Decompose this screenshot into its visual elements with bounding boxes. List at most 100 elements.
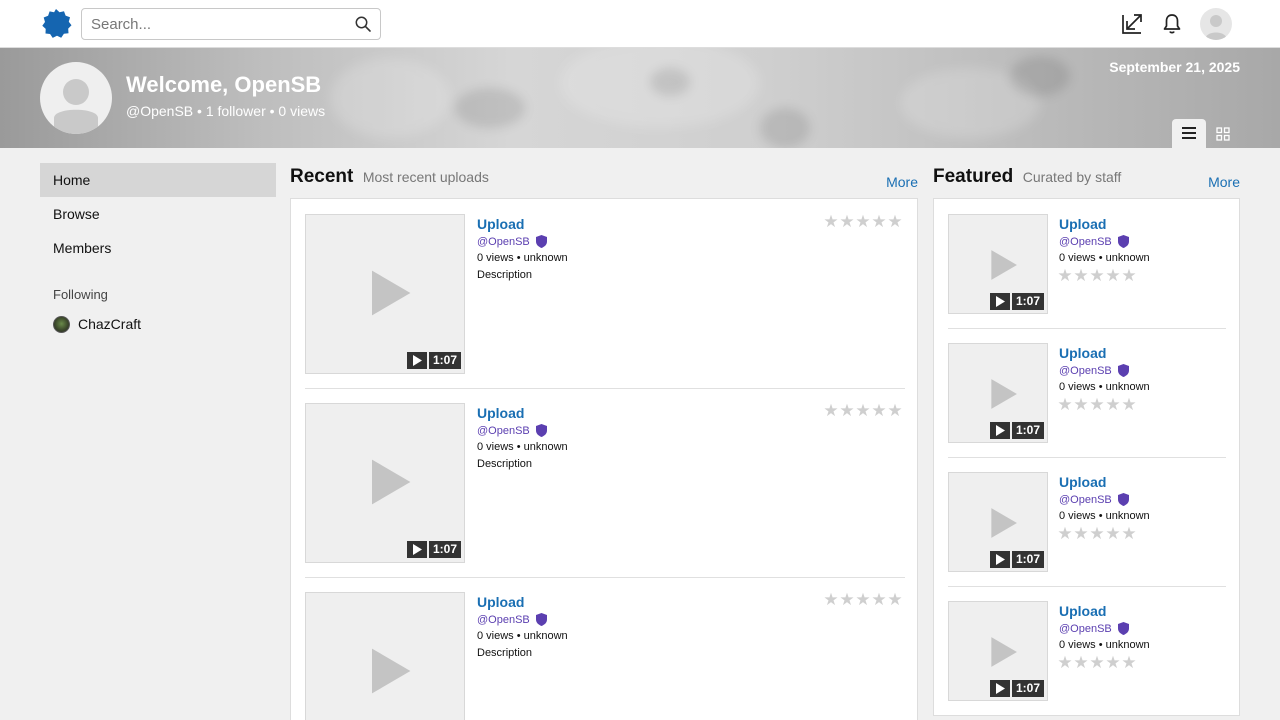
video-thumbnail[interactable]: 1:07 (948, 472, 1048, 572)
video-title[interactable]: Upload (477, 405, 524, 421)
video-thumbnail[interactable]: 1:07 (948, 214, 1048, 314)
rating-stars: ★ ★ ★ ★ ★ (823, 403, 903, 420)
duration-text: 1:07 (1012, 680, 1045, 697)
rating-star-icon[interactable]: ★ (887, 592, 903, 609)
play-icon (986, 504, 1018, 547)
verified-shield-icon (1117, 364, 1129, 377)
rating-star-icon[interactable]: ★ (1105, 397, 1121, 414)
rating-star-icon[interactable]: ★ (1089, 655, 1105, 672)
video-title[interactable]: Upload (1059, 474, 1106, 490)
video-title[interactable]: Upload (477, 594, 524, 610)
video-thumbnail[interactable]: 1:07 (305, 214, 465, 374)
rating-star-icon[interactable]: ★ (839, 403, 855, 420)
rating-star-icon[interactable]: ★ (1057, 268, 1073, 285)
rating-star-icon[interactable]: ★ (1073, 526, 1089, 543)
author-label: @OpenSB (1059, 622, 1112, 635)
video-author[interactable]: @OpenSB (477, 235, 547, 248)
rating-star-icon[interactable]: ★ (855, 403, 871, 420)
featured-video-card[interactable]: 1:07 Upload @OpenSB 0 views • unknown ★ ★ ★ ★ ★ (948, 343, 1226, 443)
play-small-icon (990, 680, 1010, 697)
rating-star-icon[interactable]: ★ (1057, 397, 1073, 414)
video-author[interactable]: @OpenSB (1059, 235, 1129, 248)
video-thumbnail[interactable]: 1:07 (948, 343, 1048, 443)
video-author[interactable]: @OpenSB (1059, 364, 1129, 377)
video-author[interactable]: @OpenSB (1059, 493, 1129, 506)
video-meta: 0 views • unknown (477, 252, 568, 264)
sidebar-item-home[interactable]: Home (40, 163, 276, 197)
logo-badge-icon[interactable] (40, 8, 72, 40)
video-title[interactable]: Upload (1059, 603, 1106, 619)
duration-text: 1:07 (1012, 293, 1045, 310)
featured-video-card[interactable]: 1:07 Upload @OpenSB 0 views • unknown ★ ★ ★ ★ ★ (948, 472, 1226, 572)
rating-star-icon[interactable]: ★ (871, 403, 887, 420)
following-item-chazcraft[interactable]: ChazCraft (40, 307, 276, 341)
duration-text: 1:07 (429, 352, 462, 369)
verified-shield-icon (1117, 235, 1129, 248)
rating-star-icon[interactable]: ★ (823, 592, 839, 609)
rating-star-icon[interactable]: ★ (1105, 526, 1121, 543)
rating-star-icon[interactable]: ★ (839, 214, 855, 231)
rating-star-icon[interactable]: ★ (1089, 397, 1105, 414)
featured-more-link[interactable]: More (1208, 174, 1240, 190)
user-avatar-icon[interactable] (1200, 8, 1232, 40)
upload-arrow-icon[interactable] (1120, 12, 1144, 36)
featured-video-card[interactable]: 1:07 Upload @OpenSB 0 views • unknown ★ ★ ★ ★ ★ (948, 601, 1226, 701)
card-divider (305, 388, 905, 389)
video-thumbnail[interactable]: 1:07 (948, 601, 1048, 701)
rating-star-icon[interactable]: ★ (1121, 397, 1137, 414)
video-author[interactable]: @OpenSB (1059, 622, 1129, 635)
verified-shield-icon (1117, 622, 1129, 635)
sidebar-item-members[interactable]: Members (40, 231, 276, 265)
search-input[interactable] (82, 9, 344, 39)
verified-shield-icon (1117, 493, 1129, 506)
rating-star-icon[interactable]: ★ (823, 403, 839, 420)
rating-star-icon[interactable]: ★ (1105, 655, 1121, 672)
rating-star-icon[interactable]: ★ (1121, 526, 1137, 543)
rating-star-icon[interactable]: ★ (855, 592, 871, 609)
rating-star-icon[interactable]: ★ (871, 214, 887, 231)
recent-video-card[interactable]: 1:07 Upload @OpenSB 0 views • unknown Descri… (305, 214, 905, 374)
rating-star-icon[interactable]: ★ (839, 592, 855, 609)
sidebar: Home Browse Members Following ChazCraft (40, 163, 276, 341)
video-author[interactable]: @OpenSB (477, 424, 547, 437)
recent-more-link[interactable]: More (886, 174, 918, 190)
current-date: September 21, 2025 (1109, 59, 1240, 75)
rating-stars: ★ ★ ★ ★ ★ (1057, 655, 1137, 672)
rating-star-icon[interactable]: ★ (1121, 268, 1137, 285)
recent-video-card[interactable]: 1:07 Upload @OpenSB 0 views • unknown Descri… (305, 403, 905, 563)
recent-video-card[interactable]: 1:07 Upload @OpenSB 0 views • unknown Descri… (305, 592, 905, 720)
rating-star-icon[interactable]: ★ (887, 214, 903, 231)
rating-star-icon[interactable]: ★ (1089, 268, 1105, 285)
following-heading: Following (53, 287, 108, 302)
rating-star-icon[interactable]: ★ (871, 592, 887, 609)
video-author[interactable]: @OpenSB (477, 613, 547, 626)
list-view-button[interactable] (1172, 119, 1206, 148)
video-thumbnail[interactable]: 1:07 (305, 592, 465, 720)
rating-star-icon[interactable]: ★ (1073, 655, 1089, 672)
rating-star-icon[interactable]: ★ (1105, 268, 1121, 285)
rating-star-icon[interactable]: ★ (1057, 655, 1073, 672)
search-icon[interactable] (354, 15, 372, 33)
duration-badge: 1:07 (407, 541, 462, 558)
rating-star-icon[interactable]: ★ (823, 214, 839, 231)
rating-star-icon[interactable]: ★ (887, 403, 903, 420)
rating-star-icon[interactable]: ★ (855, 214, 871, 231)
sidebar-item-browse[interactable]: Browse (40, 197, 276, 231)
video-title[interactable]: Upload (1059, 216, 1106, 232)
card-divider (948, 586, 1226, 587)
featured-video-card[interactable]: 1:07 Upload @OpenSB 0 views • unknown ★ ★ ★ ★ ★ (948, 214, 1226, 314)
grid-view-button[interactable] (1206, 119, 1240, 148)
profile-avatar[interactable] (40, 62, 112, 134)
rating-star-icon[interactable]: ★ (1073, 397, 1089, 414)
recent-header: Recent Most recent uploads More (290, 166, 918, 196)
video-thumbnail[interactable]: 1:07 (305, 403, 465, 563)
rating-stars: ★ ★ ★ ★ ★ (1057, 397, 1137, 414)
rating-star-icon[interactable]: ★ (1089, 526, 1105, 543)
video-title[interactable]: Upload (477, 216, 524, 232)
bell-icon[interactable] (1160, 12, 1184, 36)
rating-star-icon[interactable]: ★ (1121, 655, 1137, 672)
rating-star-icon[interactable]: ★ (1073, 268, 1089, 285)
video-title[interactable]: Upload (1059, 345, 1106, 361)
rating-star-icon[interactable]: ★ (1057, 526, 1073, 543)
following-avatar (53, 315, 70, 333)
